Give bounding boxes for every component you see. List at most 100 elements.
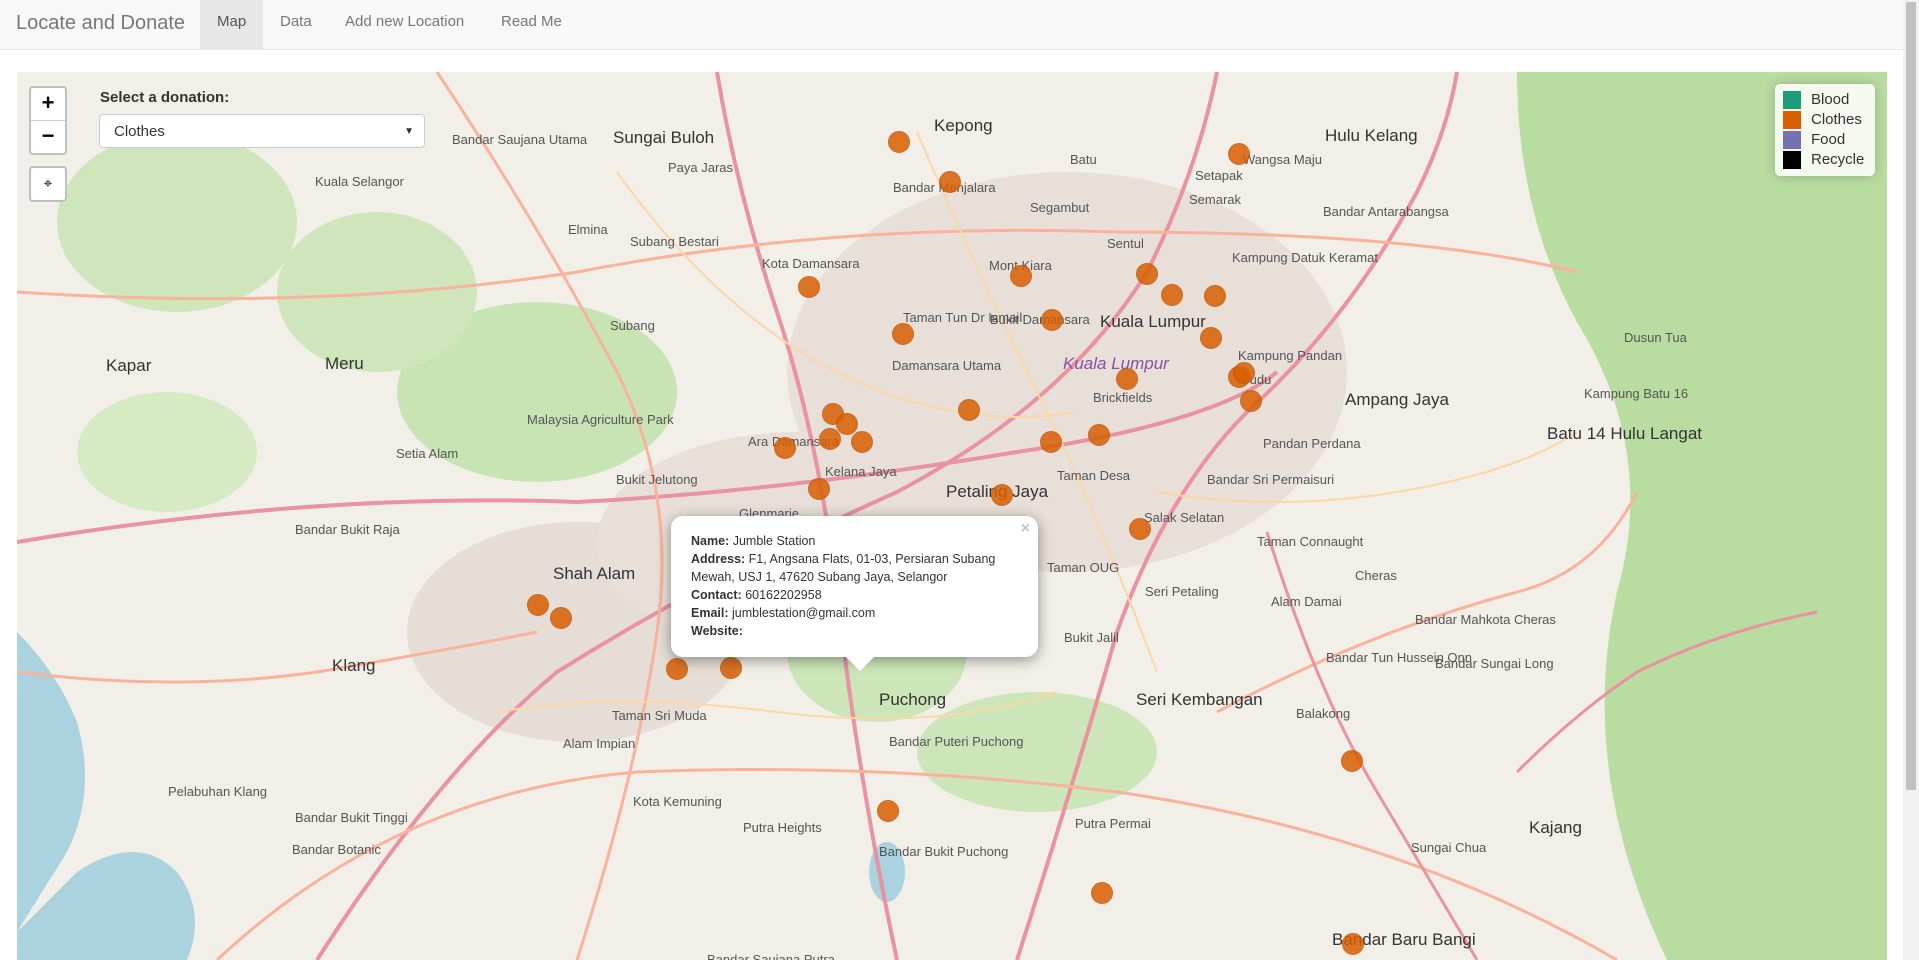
- donation-marker[interactable]: [958, 399, 980, 421]
- donation-marker[interactable]: [720, 657, 742, 679]
- scrollbar-thumb[interactable]: [1906, 2, 1916, 790]
- place-label: Damansara Utama: [892, 358, 1002, 373]
- legend-item-blood: Blood: [1783, 90, 1867, 110]
- donation-marker[interactable]: [527, 594, 549, 616]
- place-label: Bandar Mahkota Cheras: [1415, 612, 1556, 627]
- popup-address-label: Address:: [691, 552, 746, 566]
- place-label: Balakong: [1296, 706, 1351, 721]
- place-label: Malaysia Agriculture Park: [527, 412, 674, 427]
- popup-close-button[interactable]: ×: [1021, 520, 1030, 538]
- donation-marker[interactable]: [851, 431, 873, 453]
- place-label: Seri Petaling: [1145, 584, 1219, 599]
- donation-marker[interactable]: [1040, 431, 1062, 453]
- donation-marker[interactable]: [991, 484, 1013, 506]
- legend-swatch: [1783, 131, 1801, 149]
- donation-marker[interactable]: [888, 131, 910, 153]
- place-label: Kota Kemuning: [633, 794, 722, 809]
- donation-marker[interactable]: [1010, 265, 1032, 287]
- donation-marker[interactable]: [1233, 362, 1255, 384]
- popup-name: Jumble Station: [732, 534, 816, 548]
- place-label: Bandar Bukit Puchong: [879, 844, 1009, 859]
- place-label: Bandar Botanic: [292, 842, 381, 857]
- place-label: Bandar Bukit Raja: [295, 522, 400, 537]
- donation-marker[interactable]: [1041, 309, 1063, 331]
- place-label: Bandar Saujana Utama: [452, 132, 588, 147]
- place-label: Seri Kembangan: [1136, 690, 1263, 709]
- page-scrollbar[interactable]: [1903, 0, 1919, 960]
- zoom-in-button[interactable]: +: [31, 88, 65, 121]
- legend-item-clothes: Clothes: [1783, 110, 1867, 130]
- donation-marker[interactable]: [1091, 882, 1113, 904]
- popup-tip: [846, 657, 874, 671]
- zoom-out-button[interactable]: −: [31, 121, 65, 153]
- popup-email-label: Email:: [691, 606, 729, 620]
- place-label: Kepong: [934, 116, 993, 135]
- place-label: Bukit Jalil: [1064, 630, 1119, 645]
- donation-marker[interactable]: [892, 323, 914, 345]
- place-label: Setia Alam: [396, 446, 459, 461]
- place-label: Bandar Sungai Long: [1435, 656, 1554, 671]
- donation-marker[interactable]: [1228, 143, 1250, 165]
- place-label: Klang: [332, 656, 376, 675]
- place-label: Pandan Perdana: [1263, 436, 1361, 451]
- popup-website-label: Website:: [691, 624, 743, 638]
- place-label: Kuala Selangor: [315, 174, 404, 189]
- donation-marker[interactable]: [550, 607, 572, 629]
- place-label: Batu: [1070, 152, 1097, 167]
- place-label: Hulu Kelang: [1325, 126, 1418, 145]
- place-label: Brickfields: [1093, 390, 1153, 405]
- donation-marker[interactable]: [877, 800, 899, 822]
- donation-marker[interactable]: [1116, 368, 1138, 390]
- place-label: Batu 14 Hulu Langat: [1547, 424, 1703, 443]
- place-label: Kajang: [1529, 818, 1582, 837]
- legend-label: Blood: [1811, 91, 1850, 108]
- donation-marker[interactable]: [1136, 263, 1158, 285]
- navbar: Locate and Donate Map Data Add new Locat…: [0, 0, 1903, 50]
- donation-marker[interactable]: [1200, 327, 1222, 349]
- popup-website-row: Website:: [691, 622, 1018, 640]
- tab-add-new-location[interactable]: Add new Location: [328, 0, 481, 49]
- donation-marker[interactable]: [1341, 750, 1363, 772]
- donation-marker[interactable]: [1204, 285, 1226, 307]
- place-label: Alam Damai: [1271, 594, 1342, 609]
- place-label: Putra Heights: [743, 820, 822, 835]
- place-label: Subang Bestari: [630, 234, 719, 249]
- place-label: Kapar: [106, 356, 152, 375]
- tab-data[interactable]: Data: [263, 0, 329, 49]
- donation-marker[interactable]: [666, 658, 688, 680]
- chevron-down-icon: ▼: [404, 126, 414, 137]
- donation-marker[interactable]: [1088, 424, 1110, 446]
- map[interactable]: Kepong Sungai Buloh Bandar Menjalara Seg…: [17, 72, 1887, 960]
- app-title[interactable]: Locate and Donate: [16, 12, 185, 35]
- locate-button[interactable]: ⌖: [29, 166, 67, 202]
- place-label: Bandar Saujana Putra: [707, 952, 835, 960]
- donation-marker[interactable]: [808, 478, 830, 500]
- donation-select[interactable]: Clothes ▼: [99, 114, 425, 148]
- donation-marker[interactable]: [1240, 390, 1262, 412]
- place-label: Sungai Chua: [1411, 840, 1487, 855]
- place-label: Bandar Antarabangsa: [1323, 204, 1449, 219]
- legend-label: Food: [1811, 131, 1846, 148]
- place-label: Ampang Jaya: [1345, 390, 1449, 409]
- popup-contact-label: Contact:: [691, 588, 742, 602]
- zoom-control: + −: [29, 86, 67, 155]
- donation-marker[interactable]: [774, 437, 796, 459]
- tab-read-me[interactable]: Read Me: [484, 0, 579, 49]
- donation-marker[interactable]: [836, 413, 858, 435]
- donation-marker[interactable]: [819, 428, 841, 450]
- place-label: Kampung Batu 16: [1584, 386, 1689, 401]
- place-label: Taman Desa: [1057, 468, 1130, 483]
- donation-marker[interactable]: [1129, 518, 1151, 540]
- legend-item-recycle: Recycle: [1783, 150, 1867, 170]
- donation-marker[interactable]: [1342, 933, 1364, 955]
- place-label: Kuala Lumpur: [1100, 312, 1206, 331]
- legend-swatch: [1783, 151, 1801, 169]
- legend: Blood Clothes Food Recycle: [1775, 84, 1875, 176]
- donation-marker[interactable]: [1161, 284, 1183, 306]
- place-label: Kota Damansara: [762, 256, 860, 271]
- donation-marker[interactable]: [798, 276, 820, 298]
- place-label: Kelana Jaya: [825, 464, 897, 479]
- donation-marker[interactable]: [939, 171, 961, 193]
- popup-name-row: Name: Jumble Station: [691, 532, 1018, 550]
- tab-map[interactable]: Map: [200, 0, 264, 49]
